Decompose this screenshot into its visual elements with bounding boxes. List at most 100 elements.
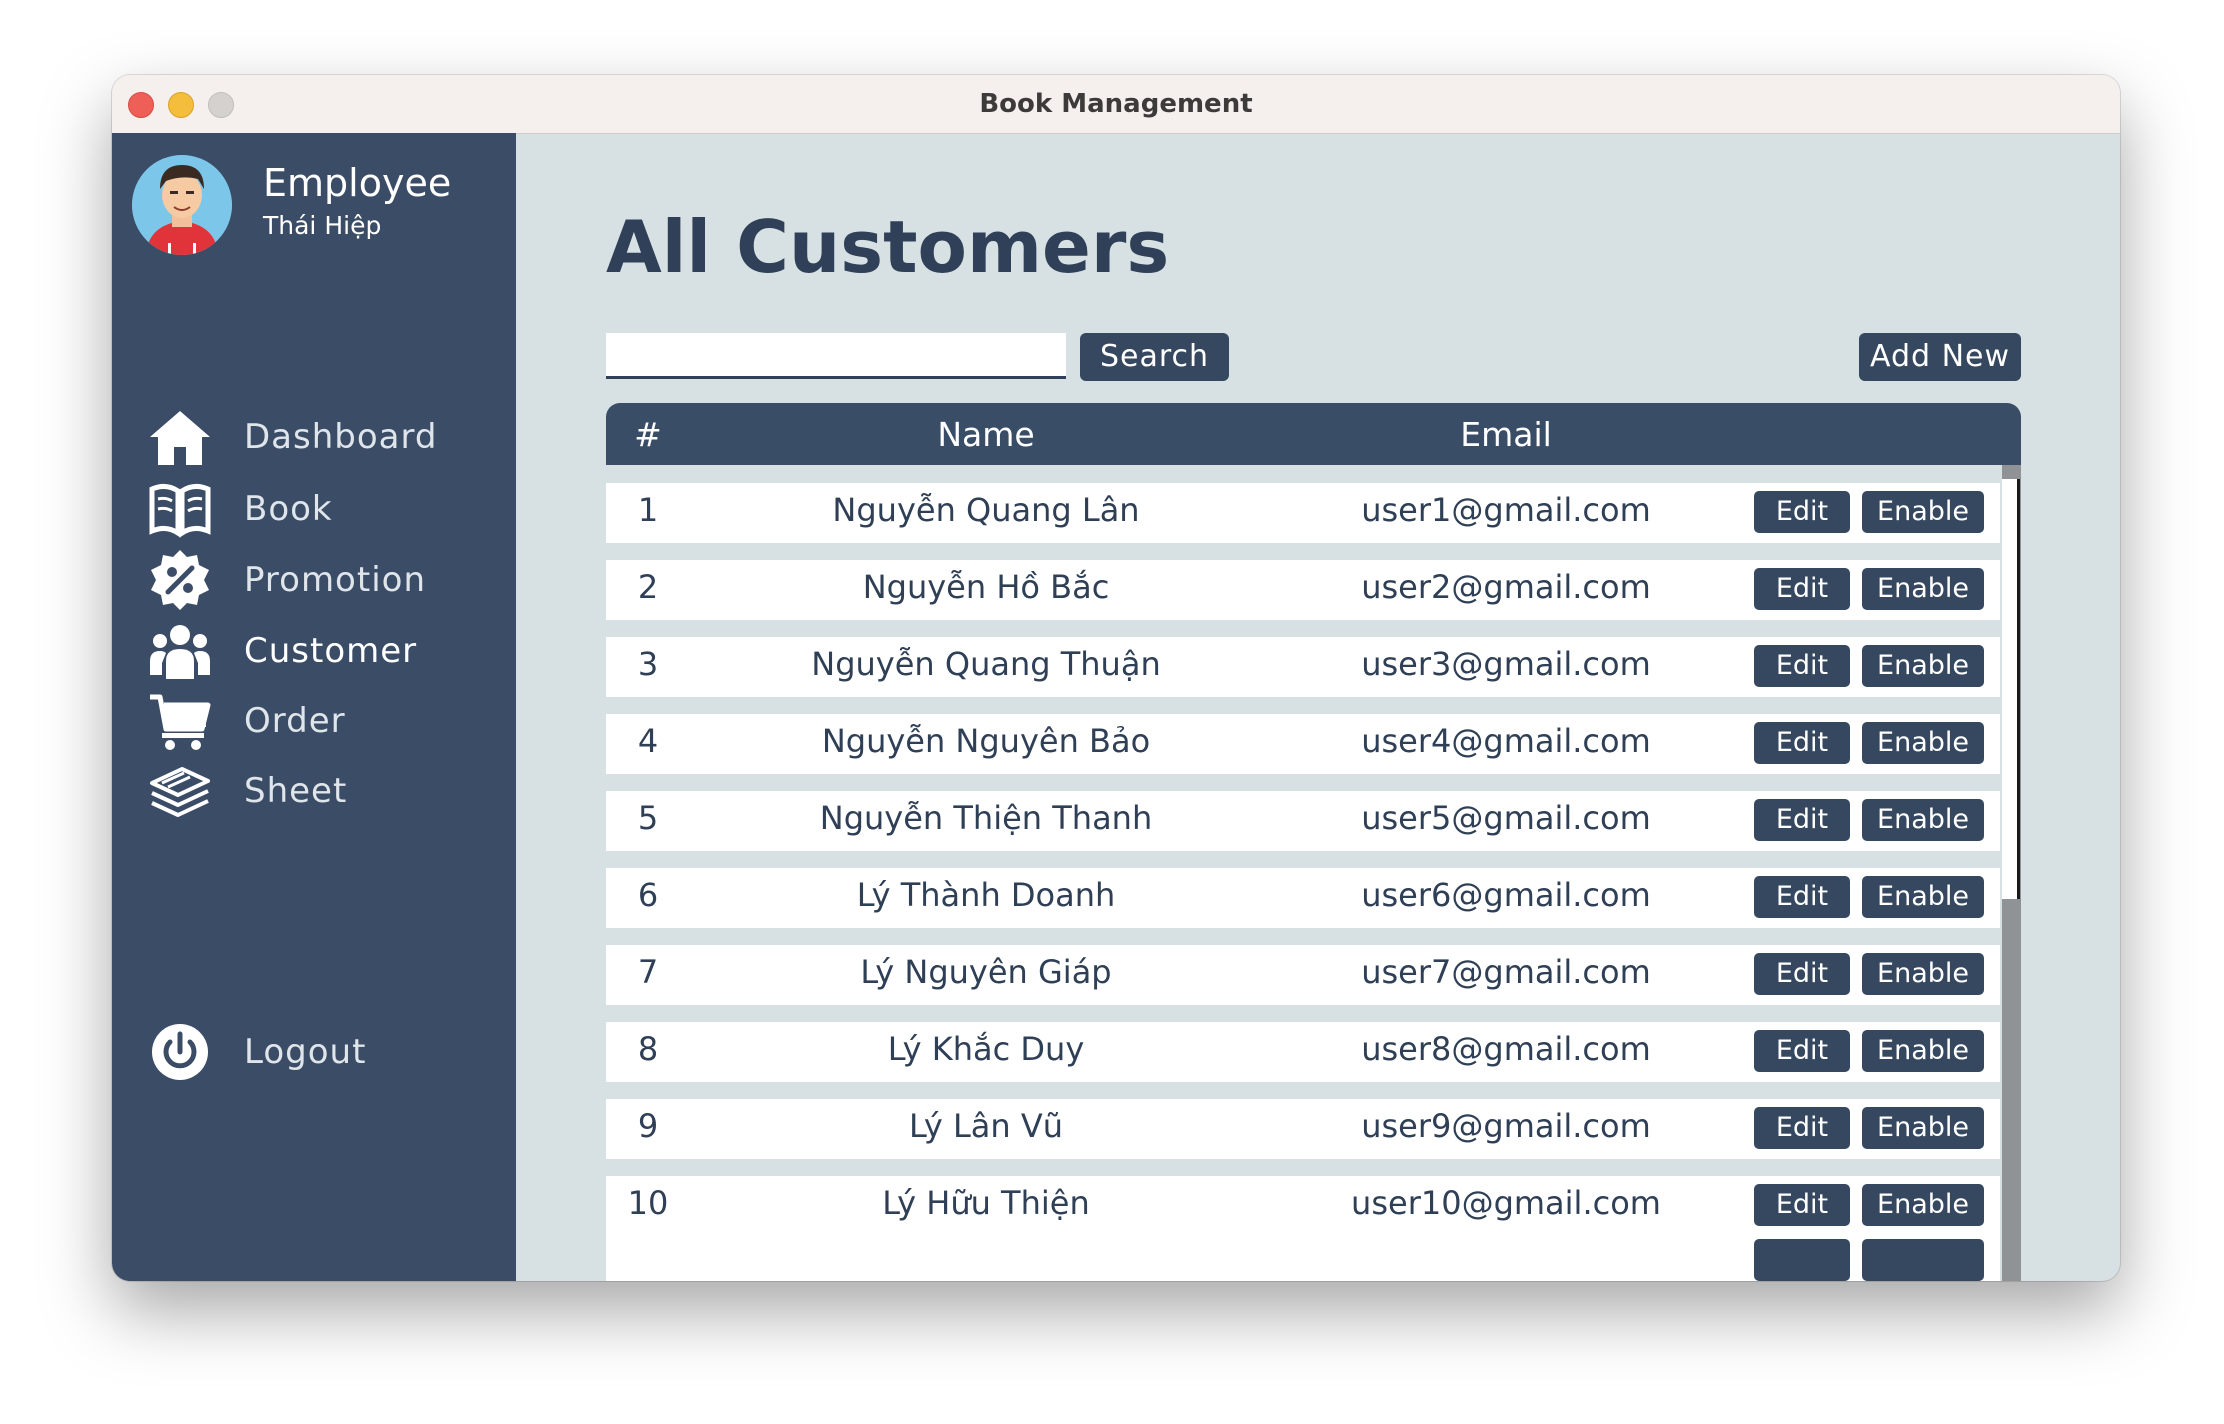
customer-email: user1@gmail.com	[1361, 491, 1651, 529]
profile-name: Thái Hiệp	[263, 211, 382, 240]
row-number: 4	[637, 722, 659, 760]
customer-email: user9@gmail.com	[1361, 1107, 1651, 1145]
edit-button[interactable]: Edit	[1754, 722, 1850, 764]
sidebar-item-label: Promotion	[244, 560, 426, 600]
cart-icon	[150, 694, 211, 750]
row-number: 9	[637, 1107, 659, 1145]
logout-label: Logout	[244, 1032, 367, 1072]
enable-button[interactable]: Enable	[1862, 722, 1984, 764]
column-header-number: #	[634, 415, 662, 454]
home-icon	[150, 411, 210, 465]
table-row: 8 Lý Khắc Duy user8@gmail.com Edit Enable	[606, 1022, 2000, 1082]
row-number: 6	[637, 876, 659, 914]
edit-button[interactable]: Edit	[1754, 1030, 1850, 1072]
enable-button[interactable]: Enable	[1862, 491, 1984, 533]
sidebar-item-customer[interactable]: Customer	[148, 617, 488, 687]
enable-button[interactable]: Enable	[1862, 953, 1984, 995]
table-header: # Name Email	[606, 403, 2021, 465]
customer-email: user10@gmail.com	[1351, 1184, 1661, 1222]
customer-name: Nguyễn Hồ Bắc	[862, 568, 1110, 606]
customer-name: Lý Khắc Duy	[887, 1030, 1085, 1068]
customers-table: # Name Email 1 Nguyễn Quang Lân user1@gmai…	[606, 403, 2021, 1281]
edit-button[interactable]: Edit	[1754, 1107, 1850, 1149]
sidebar-item-book[interactable]: Book	[148, 475, 488, 545]
sidebar-item-promotion[interactable]: Promotion	[148, 546, 488, 616]
customer-email: user6@gmail.com	[1361, 876, 1651, 914]
customer-name: Lý Thành Doanh	[856, 876, 1116, 914]
customer-email: user2@gmail.com	[1361, 568, 1651, 606]
row-number: 2	[637, 568, 659, 606]
table-row: 7 Lý Nguyên Giáp user7@gmail.com Edit Enable	[606, 945, 2000, 1005]
edit-button[interactable]: Edit	[1754, 953, 1850, 995]
customer-email: user4@gmail.com	[1361, 722, 1651, 760]
edit-button[interactable]: Edit	[1754, 645, 1850, 687]
page-title: All Customers	[606, 205, 1170, 289]
row-number: 10	[627, 1184, 669, 1222]
row-number: 3	[637, 645, 659, 683]
sidebar-item-label: Book	[244, 489, 333, 529]
sidebar-item-order[interactable]: Order	[148, 687, 488, 757]
table-row: 1 Nguyễn Quang Lân user1@gmail.com Edit Enab…	[606, 483, 2000, 543]
sidebar-item-label: Customer	[244, 631, 418, 671]
table-row-partial	[606, 1231, 2000, 1281]
customer-name: Nguyễn Quang Thuận	[811, 645, 1161, 683]
enable-button[interactable]: Enable	[1862, 1107, 1984, 1149]
enable-button[interactable]: Enable	[1862, 799, 1984, 841]
edit-button[interactable]: Edit	[1754, 491, 1850, 533]
enable-button[interactable]: Enable	[1862, 1184, 1984, 1226]
logout-button[interactable]: Logout	[148, 1018, 488, 1088]
power-icon	[152, 1024, 208, 1080]
main-content: All Customers Search Add New # Name Emai…	[516, 133, 2120, 1281]
customer-name: Lý Hữu Thiện	[882, 1184, 1090, 1222]
table-row: 9 Lý Lân Vũ user9@gmail.com Edit Enable	[606, 1099, 2000, 1159]
table-row: 10 Lý Hữu Thiện user10@gmail.com Edit Enable	[606, 1176, 2000, 1236]
customer-email: user3@gmail.com	[1361, 645, 1651, 683]
enable-button[interactable]: Enable	[1862, 876, 1984, 918]
scrollbar-thumb[interactable]	[2002, 479, 2020, 899]
window-title: Book Management	[979, 89, 1253, 119]
sidebar: Employee Thái Hiệp Dashboard Book Promot…	[112, 133, 516, 1281]
enable-button[interactable]: Enable	[1862, 568, 1984, 610]
customer-name: Nguyễn Thiện Thanh	[819, 799, 1153, 837]
edit-button[interactable]: Edit	[1754, 568, 1850, 610]
enable-button[interactable]: Enable	[1862, 1030, 1984, 1072]
edit-button[interactable]: Edit	[1754, 876, 1850, 918]
percent-badge-icon	[151, 550, 209, 610]
row-number: 5	[637, 799, 659, 837]
edit-button[interactable]	[1754, 1239, 1850, 1281]
layers-icon	[150, 767, 210, 817]
row-number: 1	[637, 491, 659, 529]
add-new-button[interactable]: Add New	[1859, 333, 2021, 381]
table-row: 6 Lý Thành Doanh user6@gmail.com Edit Enable	[606, 868, 2000, 928]
search-input[interactable]	[606, 333, 1066, 379]
sidebar-item-label: Order	[244, 701, 346, 741]
row-number: 8	[637, 1030, 659, 1068]
title-bar: Book Management	[112, 75, 2120, 134]
search-button[interactable]: Search	[1080, 333, 1229, 381]
edit-button[interactable]: Edit	[1754, 1184, 1850, 1226]
enable-button[interactable]: Enable	[1862, 645, 1984, 687]
sidebar-item-dashboard[interactable]: Dashboard	[148, 403, 488, 473]
customer-name: Lý Nguyên Giáp	[860, 953, 1112, 991]
profile-role: Employee	[263, 161, 452, 205]
app-window: Book Management Employee Thái Hiệp Dashb…	[112, 75, 2120, 1281]
table-row: 3 Nguyễn Quang Thuận user3@gmail.com Edit En…	[606, 637, 2000, 697]
sidebar-item-label: Sheet	[244, 771, 348, 811]
customer-email: user8@gmail.com	[1361, 1030, 1651, 1068]
sidebar-item-sheet[interactable]: Sheet	[148, 757, 488, 827]
sidebar-item-label: Dashboard	[244, 417, 438, 457]
customer-name: Nguyễn Quang Lân	[832, 491, 1140, 529]
users-icon	[150, 625, 210, 679]
avatar	[132, 155, 232, 255]
table-row: 4 Nguyễn Nguyên Bảo user4@gmail.com Edit Ena…	[606, 714, 2000, 774]
column-header-name: Name	[937, 415, 1035, 454]
customer-email: user5@gmail.com	[1361, 799, 1651, 837]
customer-email: user7@gmail.com	[1361, 953, 1651, 991]
table-row: 2 Nguyễn Hồ Bắc user2@gmail.com Edit Enable	[606, 560, 2000, 620]
enable-button[interactable]	[1862, 1239, 1984, 1281]
customer-name: Lý Lân Vũ	[908, 1107, 1064, 1145]
edit-button[interactable]: Edit	[1754, 799, 1850, 841]
table-row: 5 Nguyễn Thiện Thanh user5@gmail.com Edit En…	[606, 791, 2000, 851]
customer-name: Nguyễn Nguyên Bảo	[821, 722, 1151, 760]
open-book-icon	[149, 483, 211, 538]
